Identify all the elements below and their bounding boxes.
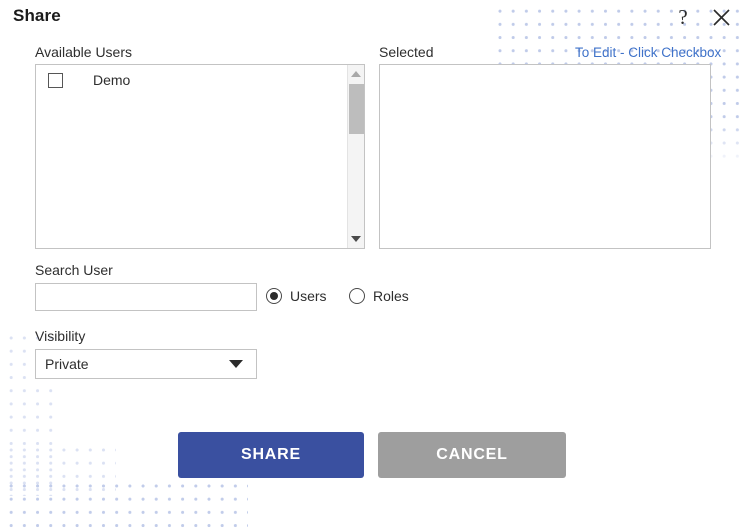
checkbox-icon[interactable] <box>48 72 63 88</box>
selected-listbox[interactable] <box>379 64 711 249</box>
close-icon[interactable] <box>706 2 736 32</box>
available-users-listbox[interactable]: Demo <box>35 64 365 249</box>
radio-users-icon[interactable] <box>266 288 282 304</box>
radio-roles-dot <box>353 292 361 300</box>
visibility-select[interactable]: Private <box>35 349 257 379</box>
radio-roles-icon[interactable] <box>349 288 365 304</box>
search-user-label: Search User <box>35 262 113 278</box>
radio-roles[interactable]: Roles <box>349 288 409 304</box>
radio-users-dot <box>270 292 278 300</box>
help-icon[interactable]: ? <box>668 2 698 32</box>
dialog-body: Available Users Demo Selected To Edit - … <box>0 38 744 526</box>
visibility-selected-value: Private <box>45 356 89 372</box>
help-icon-glyph: ? <box>678 4 688 29</box>
selected-label: Selected <box>379 44 434 60</box>
chevron-up-icon-glyph <box>351 71 361 77</box>
chevron-down-icon-glyph <box>351 236 361 242</box>
edit-hint-link[interactable]: To Edit - Click Checkbox <box>575 45 721 60</box>
scroll-up-icon[interactable] <box>348 66 364 82</box>
list-item[interactable]: Demo <box>36 65 364 95</box>
radio-roles-label: Roles <box>373 288 409 304</box>
cancel-button[interactable]: CANCEL <box>378 432 566 478</box>
dialog-header: Share ? <box>0 0 744 38</box>
share-button[interactable]: SHARE <box>178 432 364 478</box>
page-title: Share <box>13 6 61 25</box>
search-input[interactable] <box>35 283 257 311</box>
available-users-label: Available Users <box>35 44 133 60</box>
visibility-label: Visibility <box>35 328 86 344</box>
radio-users-label: Users <box>290 288 327 304</box>
chevron-down-icon <box>229 360 243 368</box>
radio-users[interactable]: Users <box>266 288 327 304</box>
list-item-label: Demo <box>93 72 131 88</box>
scrollbar[interactable] <box>347 65 364 248</box>
scroll-down-icon[interactable] <box>348 231 364 247</box>
close-icon-glyph <box>712 8 730 26</box>
scrollbar-thumb[interactable] <box>349 84 364 134</box>
